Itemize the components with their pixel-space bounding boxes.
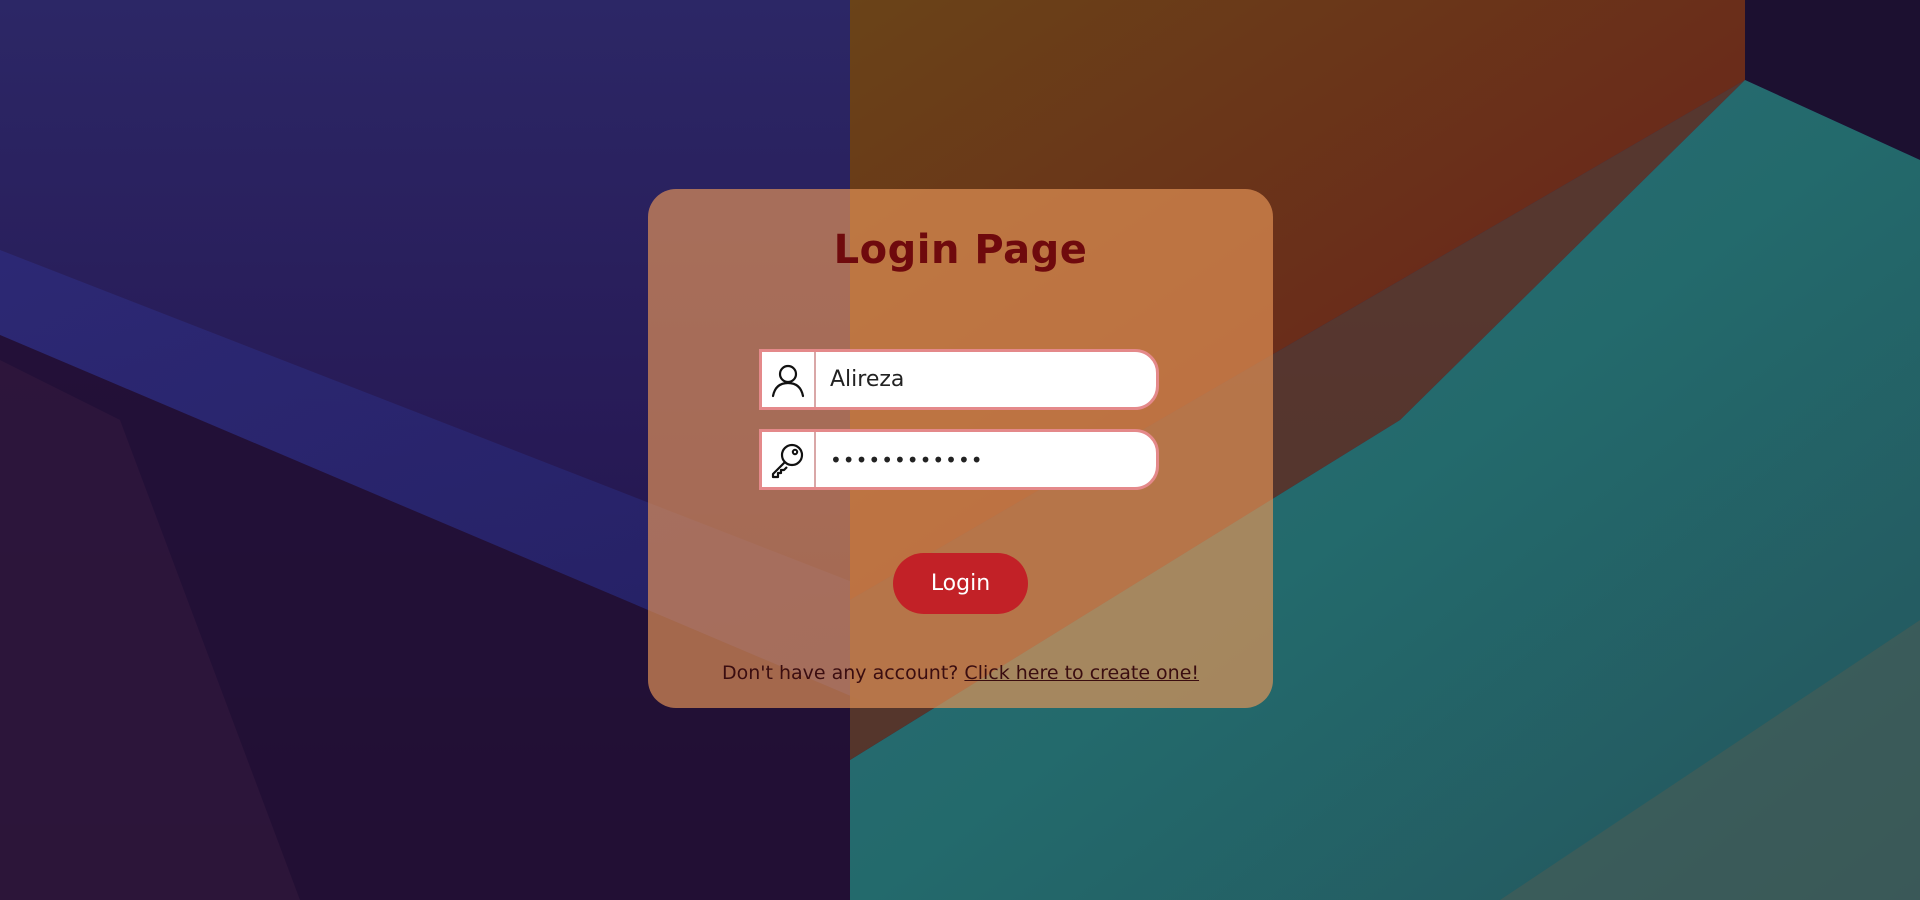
username-value[interactable]: Alireza: [816, 367, 1156, 392]
user-icon: [762, 352, 816, 407]
password-field[interactable]: ••••••••••••: [759, 429, 1159, 490]
password-value[interactable]: ••••••••••••: [816, 448, 1156, 472]
page-title: Login Page: [833, 227, 1088, 273]
login-card: Login Page Alireza •••••••••••• Login Do…: [648, 189, 1273, 708]
signup-prompt: Don't have any account? Click here to cr…: [648, 662, 1273, 684]
create-account-link[interactable]: Click here to create one!: [964, 662, 1199, 684]
login-button[interactable]: Login: [893, 553, 1028, 614]
key-icon: [762, 432, 816, 487]
signup-prompt-text: Don't have any account?: [721, 662, 959, 684]
username-field[interactable]: Alireza: [759, 349, 1159, 410]
